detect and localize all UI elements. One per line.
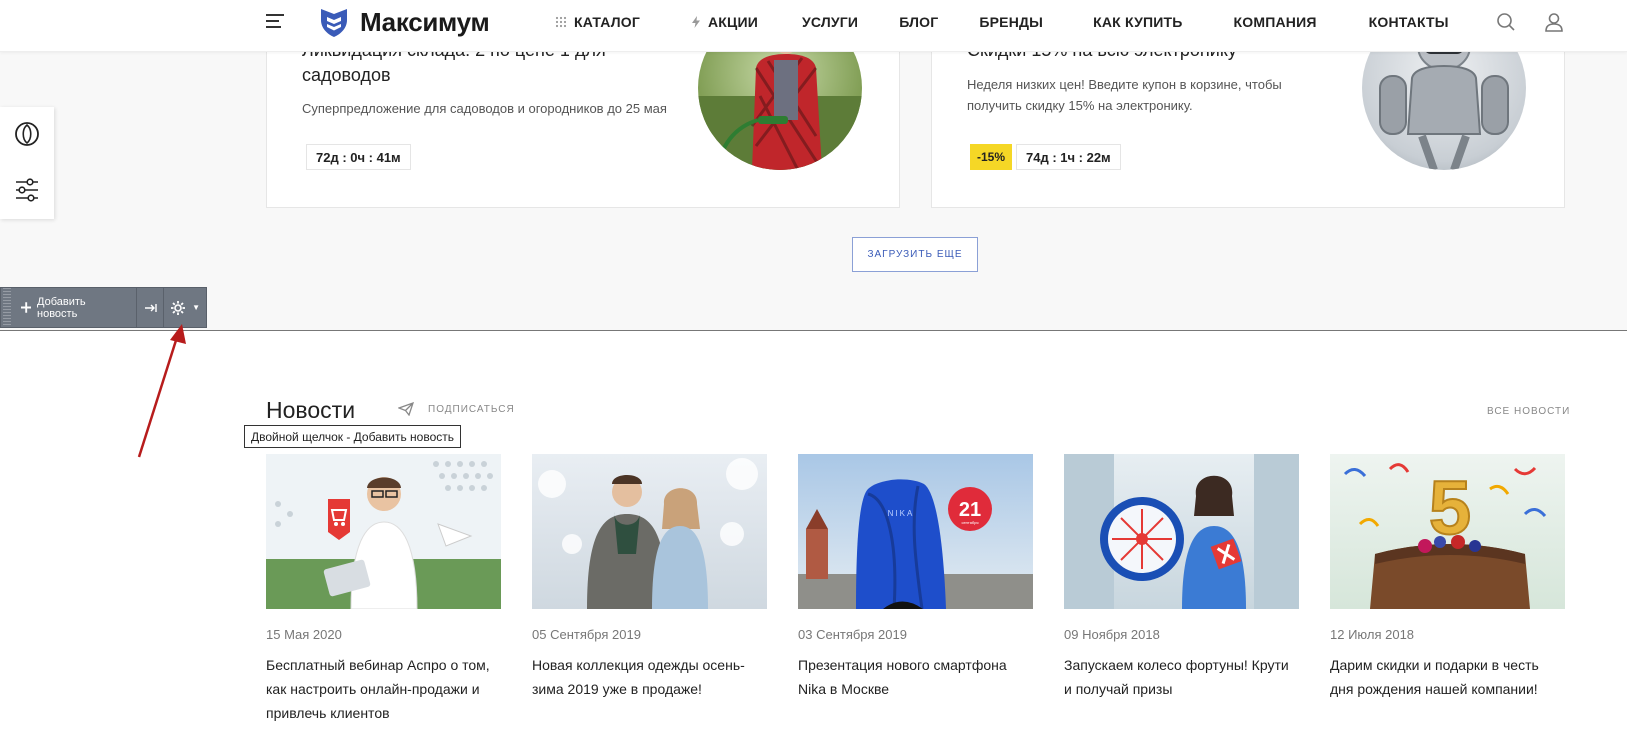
add-news-tooltip: Двойной щелчок - Добавить новость xyxy=(244,425,462,448)
news-text[interactable]: Запускаем колесо фортуны! Крути и получа… xyxy=(1064,653,1299,701)
site-logo[interactable]: Максимум xyxy=(318,6,490,38)
theme-toggle-button[interactable] xyxy=(12,119,42,149)
promo-description: Неделя низких цен! Введите купон в корзи… xyxy=(967,77,1282,113)
promo-timer: 74д : 1ч : 22м xyxy=(1016,144,1121,170)
sliders-icon xyxy=(16,178,38,202)
nav-actions[interactable]: АКЦИИ xyxy=(691,14,758,30)
load-more-button[interactable]: ЗАГРУЗИТЬ ЕЩЕ xyxy=(852,237,978,272)
news-card[interactable]: 05 Сентября 2019 Новая коллекция одежды … xyxy=(532,454,767,701)
admin-edit-toolbar: Добавить новость ▼ xyxy=(0,287,207,328)
news-text[interactable]: Новая коллекция одежды осень-зима 2019 у… xyxy=(532,653,767,701)
news-text[interactable]: Дарим скидки и подарки в честь дня рожде… xyxy=(1330,653,1565,701)
main-nav: КАТАЛОГ АКЦИИ УСЛУГИ БЛОГ БРЕНДЫ КАК КУП… xyxy=(555,0,1449,44)
grid-icon xyxy=(555,16,567,28)
news-image-winter-collection xyxy=(532,454,767,609)
news-image-webinar xyxy=(266,454,501,609)
news-date: 09 Ноября 2018 xyxy=(1064,627,1160,642)
gear-icon[interactable] xyxy=(164,288,192,327)
search-icon[interactable] xyxy=(1496,12,1516,32)
promo-description: Суперпредложение для садоводов и огородн… xyxy=(302,101,667,116)
event-day-label: 21 xyxy=(959,499,981,521)
event-month-label: сентября xyxy=(961,520,978,525)
nav-brands[interactable]: БРЕНДЫ xyxy=(979,14,1043,30)
news-image-smartphone: 21 сентября NIKA xyxy=(798,454,1033,609)
phone-brand-label: NIKA xyxy=(888,509,915,518)
settings-sliders-button[interactable] xyxy=(12,175,42,205)
nav-company[interactable]: КОМПАНИЯ xyxy=(1234,14,1317,30)
chevron-down-icon[interactable]: ▼ xyxy=(192,288,206,327)
drag-handle-icon[interactable] xyxy=(3,288,11,327)
news-section: Новости ПОДПИСАТЬСЯ ВСЕ НОВОСТИ Двойной … xyxy=(0,331,1627,751)
user-icon[interactable] xyxy=(1544,12,1564,32)
news-image-fortune-wheel xyxy=(1064,454,1299,609)
news-card[interactable]: 21 сентября NIKA 03 Сентября 2019 Презен… xyxy=(798,454,1033,701)
subscribe-link[interactable]: ПОДПИСАТЬСЯ xyxy=(398,402,515,416)
site-header: Максимум КАТАЛОГ АКЦИИ УСЛУГИ БЛОГ БРЕНД… xyxy=(0,0,1627,52)
nav-how-to-buy[interactable]: КАК КУПИТЬ xyxy=(1093,14,1182,30)
paper-plane-icon xyxy=(398,402,414,416)
nav-contacts[interactable]: КОНТАКТЫ xyxy=(1369,14,1449,30)
news-card[interactable]: 09 Ноября 2018 Запускаем колесо фортуны!… xyxy=(1064,454,1299,701)
news-date: 05 Сентября 2019 xyxy=(532,627,641,642)
theme-circle-icon xyxy=(15,122,39,146)
logo-text: Максимум xyxy=(360,6,490,37)
news-date: 12 Июля 2018 xyxy=(1330,627,1415,642)
news-card[interactable]: 5 12 Июля 2018 Дарим скидки и подарки в … xyxy=(1330,454,1565,701)
discount-badge: -15% xyxy=(970,144,1013,170)
shield-logo-icon xyxy=(321,9,347,37)
news-date: 03 Сентября 2019 xyxy=(798,627,907,642)
anniversary-number: 5 xyxy=(1429,466,1471,551)
news-heading: Новости xyxy=(266,397,356,423)
plus-icon xyxy=(20,302,31,313)
nav-catalog[interactable]: КАТАЛОГ xyxy=(555,14,640,30)
news-text[interactable]: Бесплатный вебинар Аспро о том, как наст… xyxy=(266,653,501,725)
news-date: 15 Мая 2020 xyxy=(266,627,342,642)
burger-menu-icon[interactable] xyxy=(266,14,284,30)
news-card[interactable]: 15 Мая 2020 Бесплатный вебинар Аспро о т… xyxy=(266,454,501,725)
nav-services[interactable]: УСЛУГИ xyxy=(802,14,858,30)
lightning-icon xyxy=(691,16,700,28)
nav-blog[interactable]: БЛОГ xyxy=(899,14,938,30)
all-news-link[interactable]: ВСЕ НОВОСТИ xyxy=(1487,406,1570,417)
promo-timer: 72д : 0ч : 41м xyxy=(306,144,411,170)
add-news-button[interactable]: Добавить новость xyxy=(11,288,138,327)
news-image-birthday-cake: 5 xyxy=(1330,454,1565,609)
side-widget-panel xyxy=(0,107,54,219)
news-text[interactable]: Презентация нового смартфона Nika в Моск… xyxy=(798,653,1033,701)
pin-toolbar-icon[interactable] xyxy=(137,288,165,327)
